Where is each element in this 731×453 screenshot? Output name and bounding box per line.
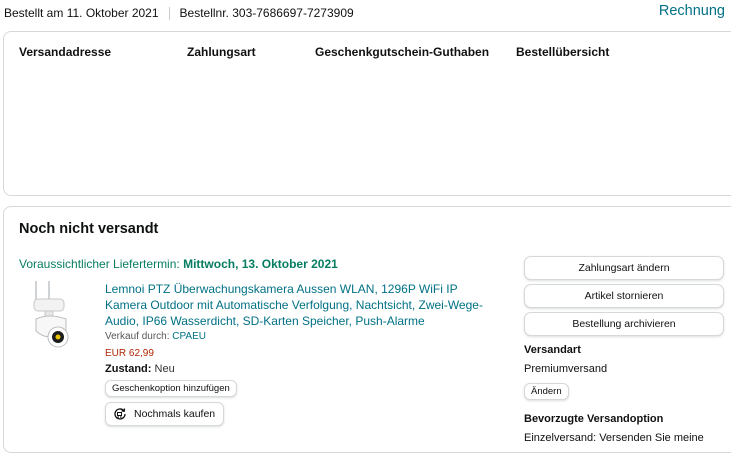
order-date: Bestellt am 11. Oktober 2021	[4, 6, 159, 20]
gift-card-balance-header: Geschenkgutschein-Guthaben	[315, 45, 490, 59]
refresh-cart-icon	[114, 408, 126, 420]
order-meta: Bestellt am 11. Oktober 2021 Bestellnr. …	[4, 6, 354, 20]
shipping-method-title: Versandart	[524, 344, 581, 356]
shipping-address-header: Versandadresse	[19, 45, 112, 59]
buy-again-button[interactable]: Nochmals kaufen	[105, 402, 225, 426]
security-camera-icon[interactable]	[26, 279, 80, 355]
seller-link[interactable]: CPAEU	[172, 331, 206, 342]
payment-method-header: Zahlungsart	[187, 45, 256, 59]
archive-order-button[interactable]: Bestellung archivieren	[524, 312, 724, 336]
shipment-panel: Noch nicht versandt Voraussichtlicher Li…	[3, 206, 731, 453]
divider	[168, 6, 170, 20]
order-summary-panel: Versandadresse Zahlungsart Geschenkgutsc…	[3, 31, 731, 196]
invoice-link[interactable]: Rechnung	[659, 3, 725, 19]
seller-label: Verkauf durch:	[105, 331, 170, 342]
change-payment-button[interactable]: Zahlungsart ändern	[524, 256, 724, 280]
seller-info: Verkauf durch: CPAEU	[105, 331, 206, 342]
delivery-estimate: Voraussichtlicher Liefertermin: Mittwoch…	[19, 257, 338, 271]
cancel-items-button[interactable]: Artikel stornieren	[524, 284, 724, 308]
preferred-shipping-text: Einzelversand: Versenden Sie meine	[524, 432, 704, 444]
order-number: Bestellnr. 303-7686697-7273909	[179, 6, 354, 20]
buy-again-label: Nochmals kaufen	[134, 408, 216, 420]
product-price: EUR 62,99	[105, 348, 154, 359]
change-shipping-button[interactable]: Ändern	[524, 383, 569, 400]
condition-label: Zustand:	[105, 363, 152, 375]
order-summary-header: Bestellübersicht	[516, 45, 610, 59]
product-title-link[interactable]: Lemnoi PTZ Überwachungskamera Aussen WLA…	[105, 281, 500, 329]
add-gift-option-button[interactable]: Geschenkoption hinzufügen	[105, 380, 237, 397]
delivery-label: Voraussichtlicher Liefertermin:	[19, 257, 180, 271]
shipment-status-title: Noch nicht versandt	[19, 221, 159, 237]
condition: Zustand: Neu	[105, 363, 175, 375]
condition-value: Neu	[154, 363, 175, 375]
delivery-date: Mittwoch, 13. Oktober 2021	[183, 257, 338, 271]
shipping-method-value: Premiumversand	[524, 363, 608, 375]
preferred-shipping-title: Bevorzugte Versandoption	[524, 413, 664, 425]
